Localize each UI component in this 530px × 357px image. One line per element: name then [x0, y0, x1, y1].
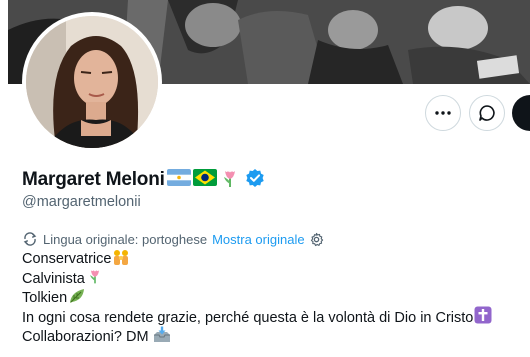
- leaf-icon: [68, 287, 86, 312]
- family-icon: [112, 248, 130, 273]
- message-icon: [479, 105, 495, 121]
- bio-line: Collaborazioni? DM: [22, 326, 492, 351]
- tulip-icon: [86, 267, 104, 292]
- user-handle: @margaretmelonii: [22, 194, 141, 210]
- translation-row: Lingua originale: portoghese Mostra orig…: [22, 230, 324, 248]
- display-name: Margaret Meloni: [22, 169, 165, 190]
- bio-line-text: Tolkien: [22, 290, 68, 306]
- translate-icon: [22, 231, 38, 247]
- message-button[interactable]: [469, 95, 505, 131]
- follow-button[interactable]: [512, 95, 530, 131]
- avatar[interactable]: [26, 16, 158, 148]
- verified-badge-icon[interactable]: [245, 168, 265, 193]
- argentina-flag-icon: [166, 169, 191, 191]
- bio-line: Tolkien: [22, 287, 492, 312]
- avatar-border: [22, 12, 162, 152]
- tulip-icon: [219, 167, 241, 194]
- original-language-label: Lingua originale: portoghese: [43, 231, 208, 247]
- inbox-tray-icon: [153, 326, 171, 351]
- bio-line-text: In ogni cosa rendete grazie, perché ques…: [22, 309, 474, 326]
- latin-cross-icon: [474, 306, 492, 331]
- more-icon: [435, 111, 451, 115]
- bio-line-text: Collaborazioni? DM: [22, 329, 149, 345]
- brazil-flag-icon: [192, 169, 217, 191]
- show-original-link[interactable]: Mostra originale: [212, 232, 305, 247]
- more-button[interactable]: [425, 95, 461, 131]
- display-name-row: Margaret Meloni: [22, 168, 265, 192]
- gear-icon[interactable]: [309, 232, 324, 247]
- bio-line: In ogni cosa rendete grazie, perché ques…: [22, 306, 492, 331]
- profile-bio: Conservatrice Calvinista Tolkien In ogni…: [22, 248, 492, 351]
- bio-line: Calvinista: [22, 267, 492, 292]
